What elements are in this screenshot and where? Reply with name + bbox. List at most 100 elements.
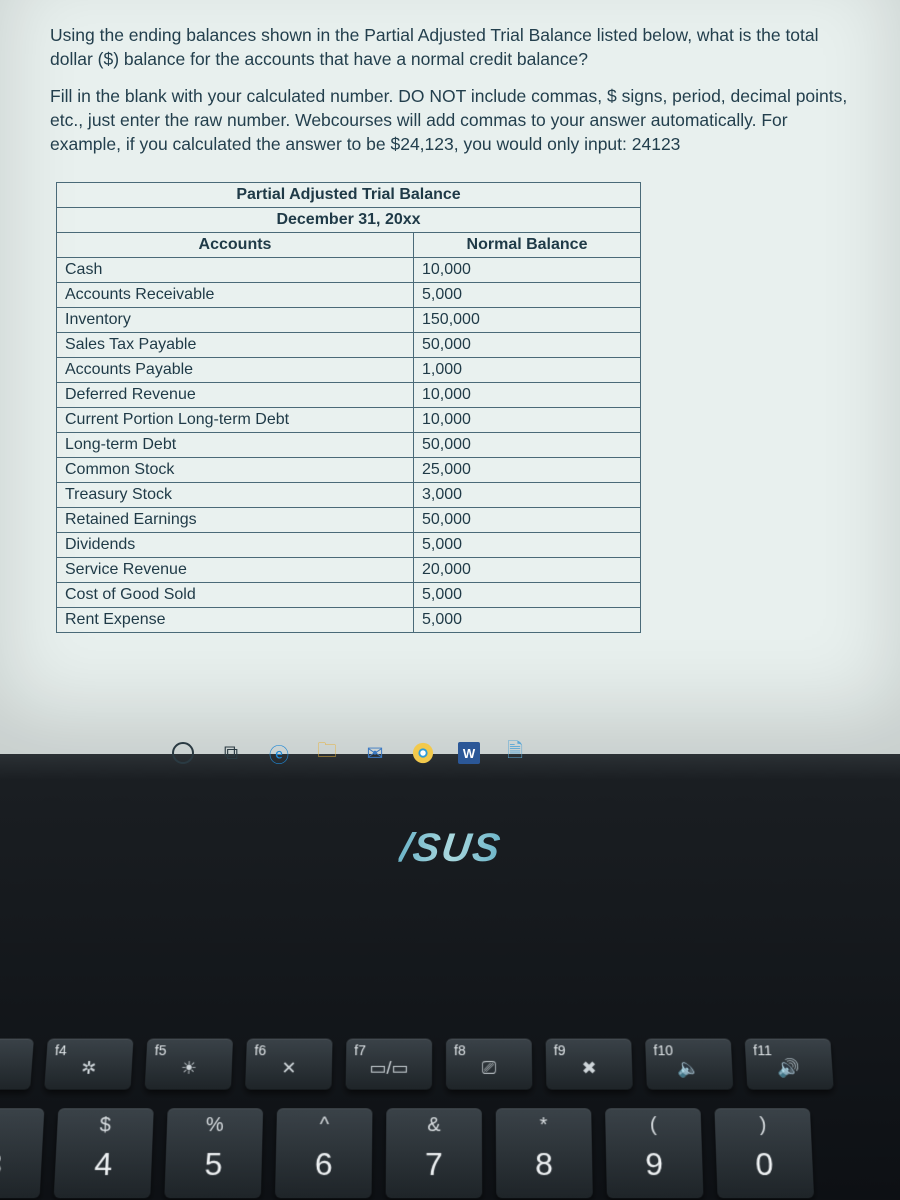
fn-key-f6[interactable]: f6 ✕: [245, 1039, 332, 1090]
table-row: Accounts Receivable5,000: [57, 283, 641, 308]
balance-cell: 5,000: [414, 533, 641, 558]
account-cell: Current Portion Long-term Debt: [57, 408, 414, 433]
fn-key-f7[interactable]: f7▭/▭: [346, 1039, 433, 1090]
num-key-upper: ): [759, 1114, 767, 1137]
account-cell: Retained Earnings: [57, 508, 414, 533]
keyboard: f3f4✲f5☀f6✕f7▭/▭f8⎚f9✖f10🔈f11🔊 3$4%5^6&7…: [0, 1038, 900, 1200]
table-row: Service Revenue20,000: [57, 558, 641, 583]
balance-cell: 20,000: [414, 558, 641, 583]
account-cell: Cash: [57, 258, 414, 283]
account-cell: Accounts Payable: [57, 358, 414, 383]
table-row: Sales Tax Payable50,000: [57, 333, 641, 358]
file-explorer-icon[interactable]: 🗀: [314, 740, 340, 766]
notepad-icon[interactable]: 🗎: [502, 740, 528, 766]
account-cell: Long-term Debt: [57, 433, 414, 458]
balance-cell: 5,000: [414, 583, 641, 608]
trial-balance-table: Partial Adjusted Trial Balance December …: [56, 182, 641, 633]
question-paragraph-2: Fill in the blank with your calculated n…: [50, 85, 862, 156]
num-key-9[interactable]: (9: [605, 1108, 703, 1198]
table-row: Inventory150,000: [57, 308, 641, 333]
balance-cell: 50,000: [414, 433, 641, 458]
table-row: Common Stock25,000: [57, 458, 641, 483]
fn-key-glyph-icon: ✖: [581, 1058, 597, 1079]
table-subtitle: December 31, 20xx: [57, 208, 641, 233]
fn-key-f3[interactable]: f3: [0, 1039, 34, 1090]
fn-key-label: f8: [454, 1043, 466, 1059]
balance-cell: 3,000: [414, 483, 641, 508]
fn-key-label: f5: [154, 1043, 166, 1059]
balance-cell: 10,000: [414, 408, 641, 433]
num-key-6[interactable]: ^6: [275, 1108, 372, 1198]
num-key-3[interactable]: 3: [0, 1108, 44, 1198]
account-cell: Sales Tax Payable: [57, 333, 414, 358]
num-key-upper: %: [206, 1114, 224, 1137]
table-row: Treasury Stock3,000: [57, 483, 641, 508]
fn-key-f5[interactable]: f5 ☀: [145, 1039, 233, 1090]
question-block: Using the ending balances shown in the P…: [50, 24, 862, 156]
num-key-4[interactable]: $4: [54, 1108, 154, 1198]
balance-cell: 25,000: [414, 458, 641, 483]
table-row: Long-term Debt50,000: [57, 433, 641, 458]
account-cell: Accounts Receivable: [57, 283, 414, 308]
mail-icon[interactable]: ✉: [362, 740, 388, 766]
cortana-icon[interactable]: [170, 740, 196, 766]
num-key-lower: 3: [0, 1146, 3, 1183]
screen-content: Using the ending balances shown in the P…: [0, 0, 900, 754]
num-key-0[interactable]: )0: [714, 1108, 814, 1198]
num-key-lower: 8: [535, 1146, 553, 1183]
num-key-7[interactable]: &7: [386, 1108, 483, 1198]
num-key-lower: 4: [94, 1146, 114, 1183]
num-key-lower: 5: [204, 1146, 223, 1183]
fn-key-glyph-icon: 🔊: [777, 1058, 801, 1079]
fn-key-f10[interactable]: f10🔈: [645, 1039, 733, 1090]
table-row: Rent Expense5,000: [57, 608, 641, 633]
account-cell: Rent Expense: [57, 608, 414, 633]
asus-logo: /SUS: [397, 826, 505, 871]
word-icon[interactable]: W: [458, 742, 480, 764]
windows-taskbar: ⧉ ⓔ 🗀 ✉ W 🗎: [170, 740, 528, 766]
num-key-5[interactable]: %5: [164, 1108, 263, 1198]
account-cell: Treasury Stock: [57, 483, 414, 508]
num-key-8[interactable]: *8: [496, 1108, 593, 1198]
account-cell: Common Stock: [57, 458, 414, 483]
chrome-icon[interactable]: [410, 740, 436, 766]
fn-key-glyph-icon: 🔈: [678, 1058, 701, 1079]
num-key-lower: 9: [645, 1146, 664, 1183]
fn-key-label: f6: [254, 1043, 266, 1059]
fn-key-glyph-icon: ✕: [281, 1058, 297, 1079]
num-key-lower: 0: [755, 1146, 774, 1183]
table-row: Deferred Revenue10,000: [57, 383, 641, 408]
balance-cell: 150,000: [414, 308, 641, 333]
header-accounts: Accounts: [57, 233, 414, 258]
fn-key-label: f4: [54, 1043, 67, 1059]
account-cell: Dividends: [57, 533, 414, 558]
account-cell: Inventory: [57, 308, 414, 333]
table-row: Cash10,000: [57, 258, 641, 283]
trial-balance-table-wrap: Partial Adjusted Trial Balance December …: [56, 182, 862, 633]
fn-key-f8[interactable]: f8 ⎚: [446, 1039, 532, 1090]
num-key-upper: ^: [320, 1114, 330, 1137]
num-key-upper: *: [540, 1114, 548, 1137]
account-cell: Service Revenue: [57, 558, 414, 583]
fn-key-glyph-icon: ▭/▭: [369, 1058, 408, 1079]
num-key-upper: $: [99, 1114, 111, 1137]
fn-key-glyph-icon: ☀: [180, 1058, 197, 1079]
table-row: Cost of Good Sold5,000: [57, 583, 641, 608]
edge-icon[interactable]: ⓔ: [266, 740, 292, 766]
num-key-upper: &: [427, 1114, 440, 1137]
fn-key-f4[interactable]: f4 ✲: [44, 1039, 133, 1090]
balance-cell: 1,000: [414, 358, 641, 383]
balance-cell: 10,000: [414, 383, 641, 408]
fn-key-f9[interactable]: f9✖: [546, 1039, 633, 1090]
fn-key-glyph-icon: ⎚: [482, 1058, 497, 1079]
fn-key-f11[interactable]: f11🔊: [745, 1039, 834, 1090]
fn-key-label: f7: [354, 1043, 366, 1059]
table-row: Current Portion Long-term Debt10,000: [57, 408, 641, 433]
balance-cell: 5,000: [414, 283, 641, 308]
num-key-lower: 6: [315, 1146, 333, 1183]
num-key-upper: (: [650, 1114, 657, 1137]
num-key-lower: 7: [425, 1146, 443, 1183]
fn-key-glyph-icon: ✲: [81, 1058, 97, 1079]
account-cell: Cost of Good Sold: [57, 583, 414, 608]
task-view-icon[interactable]: ⧉: [218, 740, 244, 766]
